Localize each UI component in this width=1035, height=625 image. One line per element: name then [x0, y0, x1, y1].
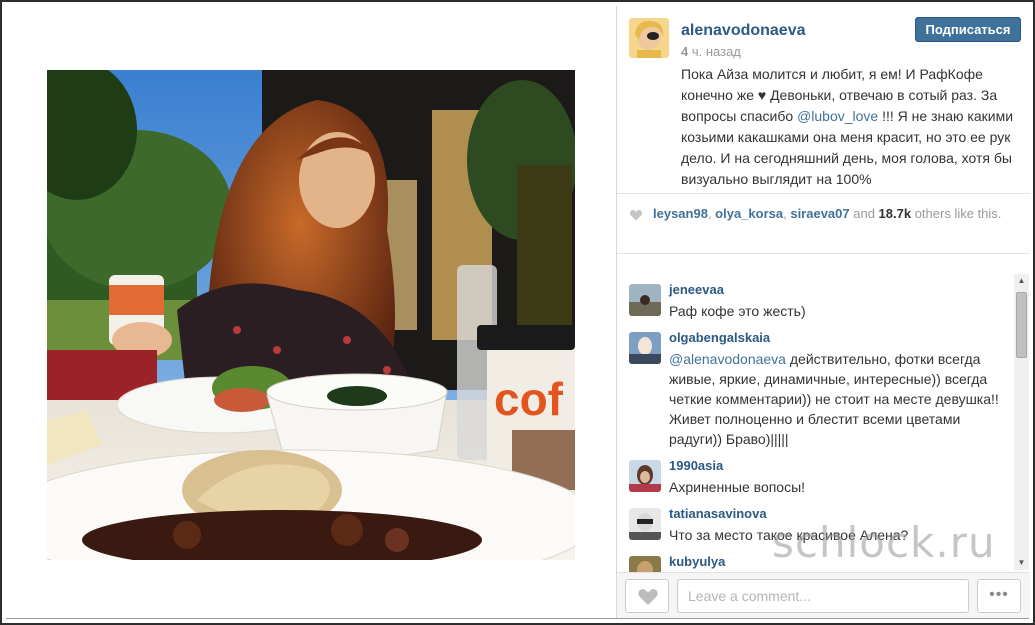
comments-list: jeneevaa Раф кофе это жесть) olgabengals… — [617, 254, 1017, 572]
commenter-avatar[interactable] — [629, 284, 661, 316]
commenter-avatar-image — [629, 332, 661, 364]
likes-suffix: others like this. — [911, 206, 1002, 221]
comments-scrollbar[interactable]: ▲ ▼ — [1014, 274, 1029, 570]
svg-text:cof: cof — [494, 373, 564, 425]
scroll-up-arrow-icon[interactable]: ▲ — [1014, 274, 1029, 288]
liker-2[interactable]: olya_korsa — [715, 206, 783, 221]
likes-count[interactable]: 18.7k — [879, 206, 912, 221]
post-photo[interactable]: cof — [47, 70, 575, 560]
comment-username[interactable]: 1990asia — [669, 458, 723, 473]
more-options-button[interactable]: ••• — [977, 579, 1021, 613]
scroll-thumb[interactable] — [1016, 292, 1027, 358]
scroll-down-arrow-icon[interactable]: ▼ — [1014, 556, 1029, 570]
post-side-panel: alenavodonaeva Подписаться 4 ч. назад По… — [616, 6, 1030, 618]
post-caption: Пока Айза молится и любит, я ем! И РафКо… — [681, 64, 1021, 190]
heart-icon — [638, 589, 658, 605]
comment-username[interactable]: tatianasavinova — [669, 506, 767, 521]
comment-input[interactable] — [677, 579, 969, 613]
likes-text: leysan98, olya_korsa, siraeva07 and 18.7… — [653, 206, 1002, 221]
commenter-avatar[interactable] — [629, 460, 661, 492]
post-time-unit: ч. назад — [688, 44, 741, 59]
photo-area: cof — [6, 6, 616, 618]
author-avatar-image — [629, 18, 669, 58]
like-button[interactable] — [625, 579, 669, 613]
author-username[interactable]: alenavodonaeva — [681, 22, 806, 40]
post-header: alenavodonaeva Подписаться 4 ч. назад По… — [617, 6, 1030, 194]
commenter-avatar[interactable] — [629, 508, 661, 540]
commenter-avatar-image — [629, 460, 661, 492]
heart-icon — [629, 209, 643, 221]
follow-button[interactable]: Подписаться — [915, 17, 1021, 42]
commenter-avatar[interactable] — [629, 332, 661, 364]
comment-username[interactable]: olgabengalskaia — [669, 330, 770, 345]
caption-mention[interactable]: @lubov_love — [797, 108, 878, 124]
comment-text: Раф кофе это жесть) — [669, 303, 806, 319]
post-time: 4 ч. назад — [681, 44, 741, 59]
likes-and: and — [849, 206, 879, 221]
commenter-avatar-image — [629, 556, 661, 572]
comment-text: Что за место такое красивое Алена? — [669, 527, 909, 543]
comment-username[interactable]: jeneevaa — [669, 282, 724, 297]
comment-username[interactable]: kubyulya — [669, 554, 725, 569]
commenter-avatar-image — [629, 284, 661, 316]
likes-section: leysan98, olya_korsa, siraeva07 and 18.7… — [617, 194, 1030, 254]
comment-mention[interactable]: @alenavodonaeva — [669, 351, 786, 367]
liker-1[interactable]: leysan98 — [653, 206, 708, 221]
author-avatar[interactable] — [629, 18, 669, 58]
comment-footer: ••• — [617, 572, 1030, 618]
liker-3[interactable]: siraeva07 — [790, 206, 849, 221]
comment-text: @alenavodonaeva действительно, фотки все… — [669, 349, 1014, 449]
comment-text: Ахриненные вопосы! — [669, 479, 806, 495]
commenter-avatar-image — [629, 508, 661, 540]
photo-image: cof — [47, 70, 575, 560]
commenter-avatar[interactable] — [629, 556, 661, 572]
